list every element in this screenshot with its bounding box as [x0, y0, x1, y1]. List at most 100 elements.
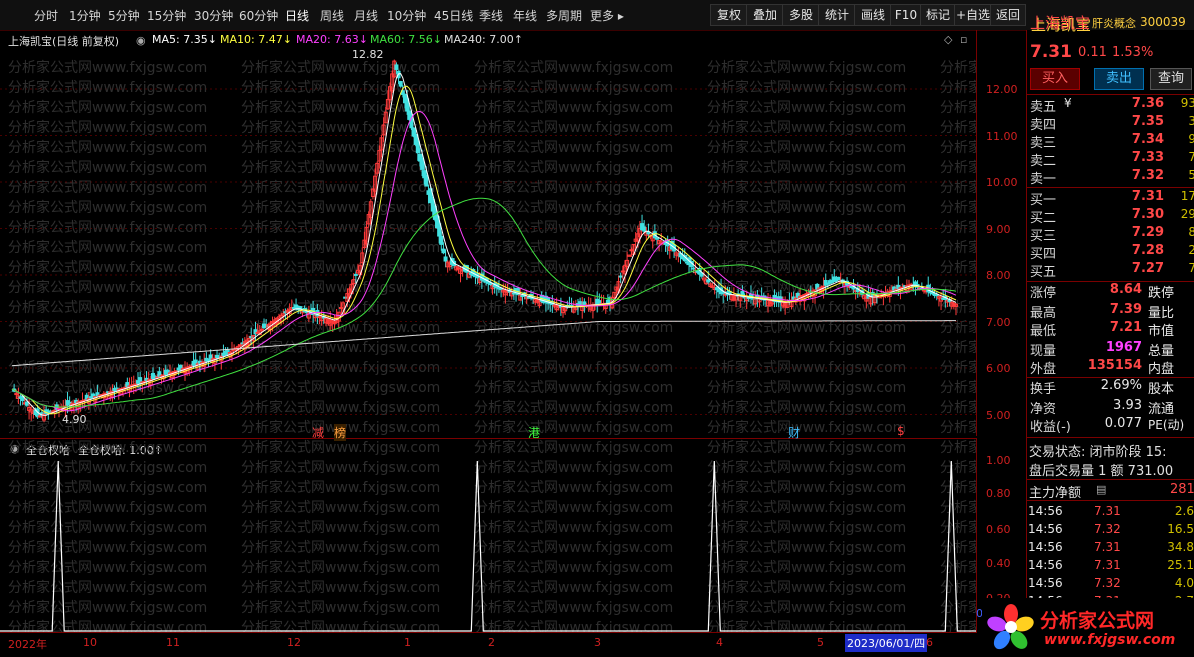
watermark-text: 分析家公式网www.fxjgsw.com: [940, 119, 976, 136]
order-row-buy3[interactable]: 买三 7.29 8: [1028, 225, 1194, 244]
cursor-date-label: 2023/06/01/四: [845, 634, 928, 652]
order-row-buy5[interactable]: 买五 7.27 7: [1028, 261, 1194, 280]
period-tab-1min[interactable]: 1分钟: [69, 7, 101, 24]
watermark-text: 分析家公式网www.fxjgsw.com: [8, 99, 207, 116]
f10-button[interactable]: F10: [890, 4, 922, 26]
watermark-text: 分析家公式网www.fxjgsw.com: [707, 499, 906, 516]
order-row-sell4[interactable]: 卖四 7.35 3: [1028, 114, 1194, 133]
watermark-text: 分析家公式网www.fxjgsw.com: [940, 559, 976, 576]
watermark-text: 分析家公式网www.fxjgsw.com: [940, 519, 976, 536]
period-tab-multi[interactable]: 多周期: [546, 7, 582, 24]
date-axis-label: 2022年: [8, 638, 47, 651]
watermark-text: 分析家公式网www.fxjgsw.com: [474, 79, 673, 96]
watermark-text: 分析家公式网www.fxjgsw.com: [707, 199, 906, 216]
watermark-text: 分析家公式网www.fxjgsw.com: [707, 379, 906, 396]
watermark-text: 分析家公式网www.fxjgsw.com: [8, 299, 207, 316]
watermark-text: 分析家公式网www.fxjgsw.com: [8, 199, 207, 216]
period-tab-30min[interactable]: 30分钟: [194, 7, 233, 24]
period-tab-yearly[interactable]: 年线: [513, 7, 537, 24]
period-tab-monthly[interactable]: 月线: [354, 7, 378, 24]
concept-tag[interactable]: 肝炎概念: [1092, 15, 1136, 31]
add-watchlist-button[interactable]: +自选: [954, 4, 992, 26]
stat-label: 跌停: [1148, 286, 1175, 301]
sell-button[interactable]: 卖出: [1094, 68, 1144, 90]
stat-label: 最高: [1030, 306, 1057, 321]
event-marker-finance[interactable]: 财: [788, 424, 800, 441]
watermark-text: 分析家公式网www.fxjgsw.com: [474, 399, 673, 416]
watermark-text: 分析家公式网www.fxjgsw.com: [940, 339, 976, 356]
period-tab-10min[interactable]: 10分钟: [387, 7, 426, 24]
period-tab-weekly[interactable]: 周线: [320, 7, 344, 24]
watermark-text: 分析家公式网www.fxjgsw.com: [474, 259, 673, 276]
high-annotation: 12.82: [352, 48, 384, 61]
watermark-text: 分析家公式网www.fxjgsw.com: [940, 579, 976, 596]
event-marker-hk[interactable]: 港: [528, 424, 540, 441]
last-price: 7.31: [1030, 42, 1072, 62]
candle-body: [439, 235, 444, 245]
date-axis-label: 5: [817, 636, 824, 649]
period-tab-quarterly[interactable]: 季线: [479, 7, 503, 24]
watermark-text: 分析家公式网www.fxjgsw.com: [8, 279, 207, 296]
overlay-button[interactable]: 叠加: [746, 4, 784, 26]
candle-body: [437, 223, 442, 237]
stat-value: 1967: [1105, 340, 1142, 355]
period-tab-daily[interactable]: 日线: [285, 7, 309, 24]
order-row-sell3[interactable]: 卖三 7.34 9: [1028, 132, 1194, 151]
multi-stock-button[interactable]: 多股: [782, 4, 820, 26]
order-row-buy1[interactable]: 买一 7.31 17: [1028, 189, 1194, 208]
watermark-text: 分析家公式网www.fxjgsw.com: [241, 539, 440, 556]
watermark-text: 分析家公式网www.fxjgsw.com: [474, 499, 673, 516]
back-button[interactable]: 返回: [990, 4, 1026, 26]
query-button[interactable]: 查询: [1150, 68, 1192, 90]
watermark-text: 分析家公式网www.fxjgsw.com: [474, 479, 673, 496]
low-annotation: 4.90: [62, 413, 87, 426]
order-row-sell2[interactable]: 卖二 7.33 7: [1028, 150, 1194, 169]
period-tab-15min[interactable]: 15分钟: [147, 7, 186, 24]
stat-value: 3.93: [1113, 398, 1142, 413]
order-row-sell5[interactable]: 卖五 ¥7.36 93: [1028, 96, 1194, 115]
watermark-text: 分析家公式网www.fxjgsw.com: [8, 539, 207, 556]
watermark-text: 分析家公式网www.fxjgsw.com: [707, 159, 906, 176]
draw-line-button[interactable]: 画线: [854, 4, 892, 26]
watermark-text: 分析家公式网www.fxjgsw.com: [474, 139, 673, 156]
candle-body: [304, 311, 309, 314]
watermark-text: 分析家公式网www.fxjgsw.com: [8, 259, 207, 276]
period-tab-45day[interactable]: 45日线: [434, 7, 473, 24]
watermark-text: 分析家公式网www.fxjgsw.com: [940, 199, 976, 216]
period-tab-fenshi[interactable]: 分时: [34, 7, 58, 24]
event-marker-rank[interactable]: 榜: [334, 424, 347, 441]
candle-body: [441, 248, 446, 254]
watermark-text: 分析家公式网www.fxjgsw.com: [940, 499, 976, 516]
buy-button[interactable]: 买入: [1030, 68, 1080, 90]
trade-ticks[interactable]: 14:56 7.31 2.6 14:56 7.32 16.5 14:56 7.31 34.8…: [1026, 504, 1194, 604]
watermark-text: 分析家公式网www.fxjgsw.com: [241, 399, 440, 416]
order-row-buy2[interactable]: 买二 7.30 29: [1028, 207, 1194, 226]
mark-button[interactable]: 标记: [920, 4, 956, 26]
event-marker-reduce[interactable]: 减: [312, 424, 324, 441]
stat-label: 收益(-): [1030, 420, 1071, 435]
period-tab-5min[interactable]: 5分钟: [108, 7, 140, 24]
watermark-text: 分析家公式网www.fxjgsw.com: [241, 439, 440, 456]
price-change-pct: 1.53%: [1112, 45, 1154, 60]
watermark-text: 分析家公式网www.fxjgsw.com: [8, 519, 207, 536]
stat-label: 总量: [1148, 344, 1175, 359]
event-marker-dividend[interactable]: $: [897, 424, 905, 438]
watermark-text: 分析家公式网www.fxjgsw.com: [940, 359, 976, 376]
divider: [1026, 500, 1194, 501]
main-flow-label: 主力净额: [1029, 486, 1082, 501]
period-tab-60min[interactable]: 60分钟: [239, 7, 278, 24]
order-row-buy4[interactable]: 买四 7.28 2: [1028, 243, 1194, 262]
stat-label: 净资: [1030, 402, 1057, 417]
price-axis-label: 11.00: [986, 130, 1018, 143]
watermark-text: 分析家公式网www.fxjgsw.com: [474, 419, 673, 436]
adjust-button[interactable]: 复权: [710, 4, 748, 26]
watermark-text: 分析家公式网www.fxjgsw.com: [707, 419, 906, 436]
watermark-text: 分析家公式网www.fxjgsw.com: [474, 179, 673, 196]
list-icon[interactable]: ▤: [1096, 483, 1106, 496]
order-row-sell1[interactable]: 卖一 7.32 5: [1028, 168, 1194, 187]
watermark-text: 分析家公式网www.fxjgsw.com: [707, 399, 906, 416]
period-tab-more[interactable]: 更多 ▸: [590, 7, 624, 24]
watermark-text: 分析家公式网www.fxjgsw.com: [8, 319, 207, 336]
statistics-button[interactable]: 统计: [818, 4, 856, 26]
watermark-text: 分析家公式网www.fxjgsw.com: [940, 539, 976, 556]
